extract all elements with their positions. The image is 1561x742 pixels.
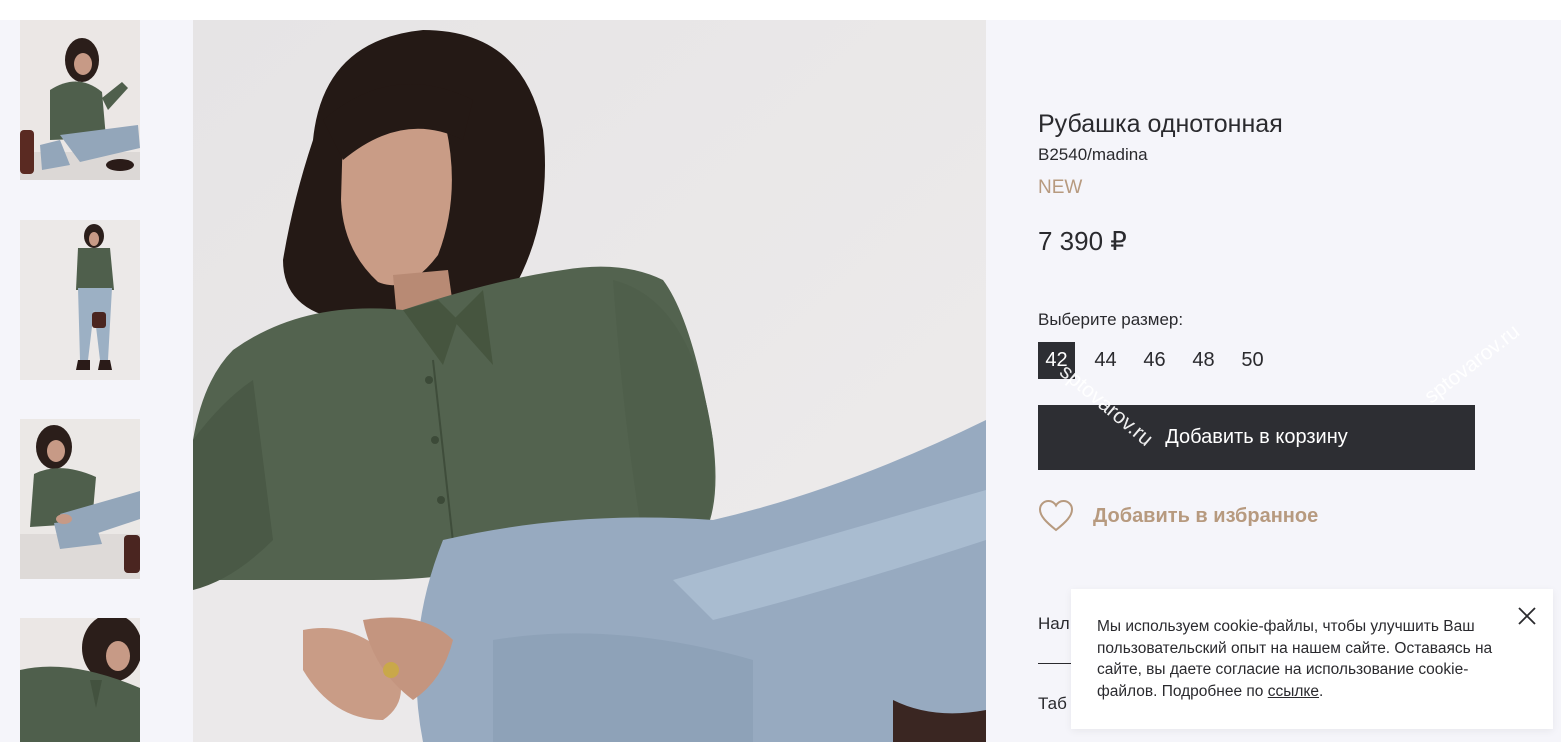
size-option-46[interactable]: 46 bbox=[1136, 342, 1173, 379]
size-option-42[interactable]: 42 bbox=[1038, 342, 1075, 379]
thumbnail-image-closeup bbox=[20, 618, 140, 742]
main-product-image[interactable] bbox=[193, 20, 986, 742]
new-badge: NEW bbox=[1038, 177, 1083, 198]
cookie-text: Мы используем cookie-файлы, чтобы улучши… bbox=[1097, 616, 1497, 702]
top-bar bbox=[0, 0, 1561, 20]
product-price: 7 390 ₽ bbox=[1038, 226, 1127, 256]
thumbnail-3[interactable] bbox=[20, 419, 140, 579]
cookie-policy-link[interactable]: ссылке bbox=[1268, 683, 1319, 700]
thumbnail-image-reclining bbox=[20, 419, 140, 579]
size-option-50[interactable]: 50 bbox=[1234, 342, 1271, 379]
add-to-favorites-button[interactable]: Добавить в избранное bbox=[1038, 496, 1318, 536]
size-selector: 42 44 46 48 50 bbox=[1038, 342, 1283, 379]
thumbnail-2[interactable] bbox=[20, 220, 140, 380]
size-select-label: Выберите размер: bbox=[1038, 310, 1184, 329]
thumbnail-1[interactable] bbox=[20, 20, 140, 180]
product-title: Рубашка однотонная bbox=[1038, 110, 1283, 138]
add-to-cart-button[interactable]: Добавить в корзину bbox=[1038, 405, 1475, 470]
cookie-message-end: . bbox=[1319, 682, 1324, 700]
thumbnail-image-standing bbox=[20, 220, 140, 380]
size-table-tab[interactable]: Таб bbox=[1038, 694, 1067, 714]
thumbnail-4[interactable] bbox=[20, 618, 140, 742]
main-photo-woman-green-shirt bbox=[193, 20, 986, 742]
details-tab[interactable]: Нал bbox=[1038, 614, 1070, 634]
product-sku: B2540/madina bbox=[1038, 145, 1148, 164]
cookie-banner: Мы используем cookie-файлы, чтобы улучши… bbox=[1071, 589, 1553, 729]
cookie-close-button[interactable] bbox=[1516, 605, 1538, 627]
close-x-icon bbox=[1518, 607, 1536, 625]
size-option-44[interactable]: 44 bbox=[1087, 342, 1124, 379]
thumbnail-image-sitting bbox=[20, 20, 140, 180]
heart-outline-icon bbox=[1038, 499, 1074, 532]
size-option-48[interactable]: 48 bbox=[1185, 342, 1222, 379]
add-to-favorites-label: Добавить в избранное bbox=[1093, 504, 1319, 527]
